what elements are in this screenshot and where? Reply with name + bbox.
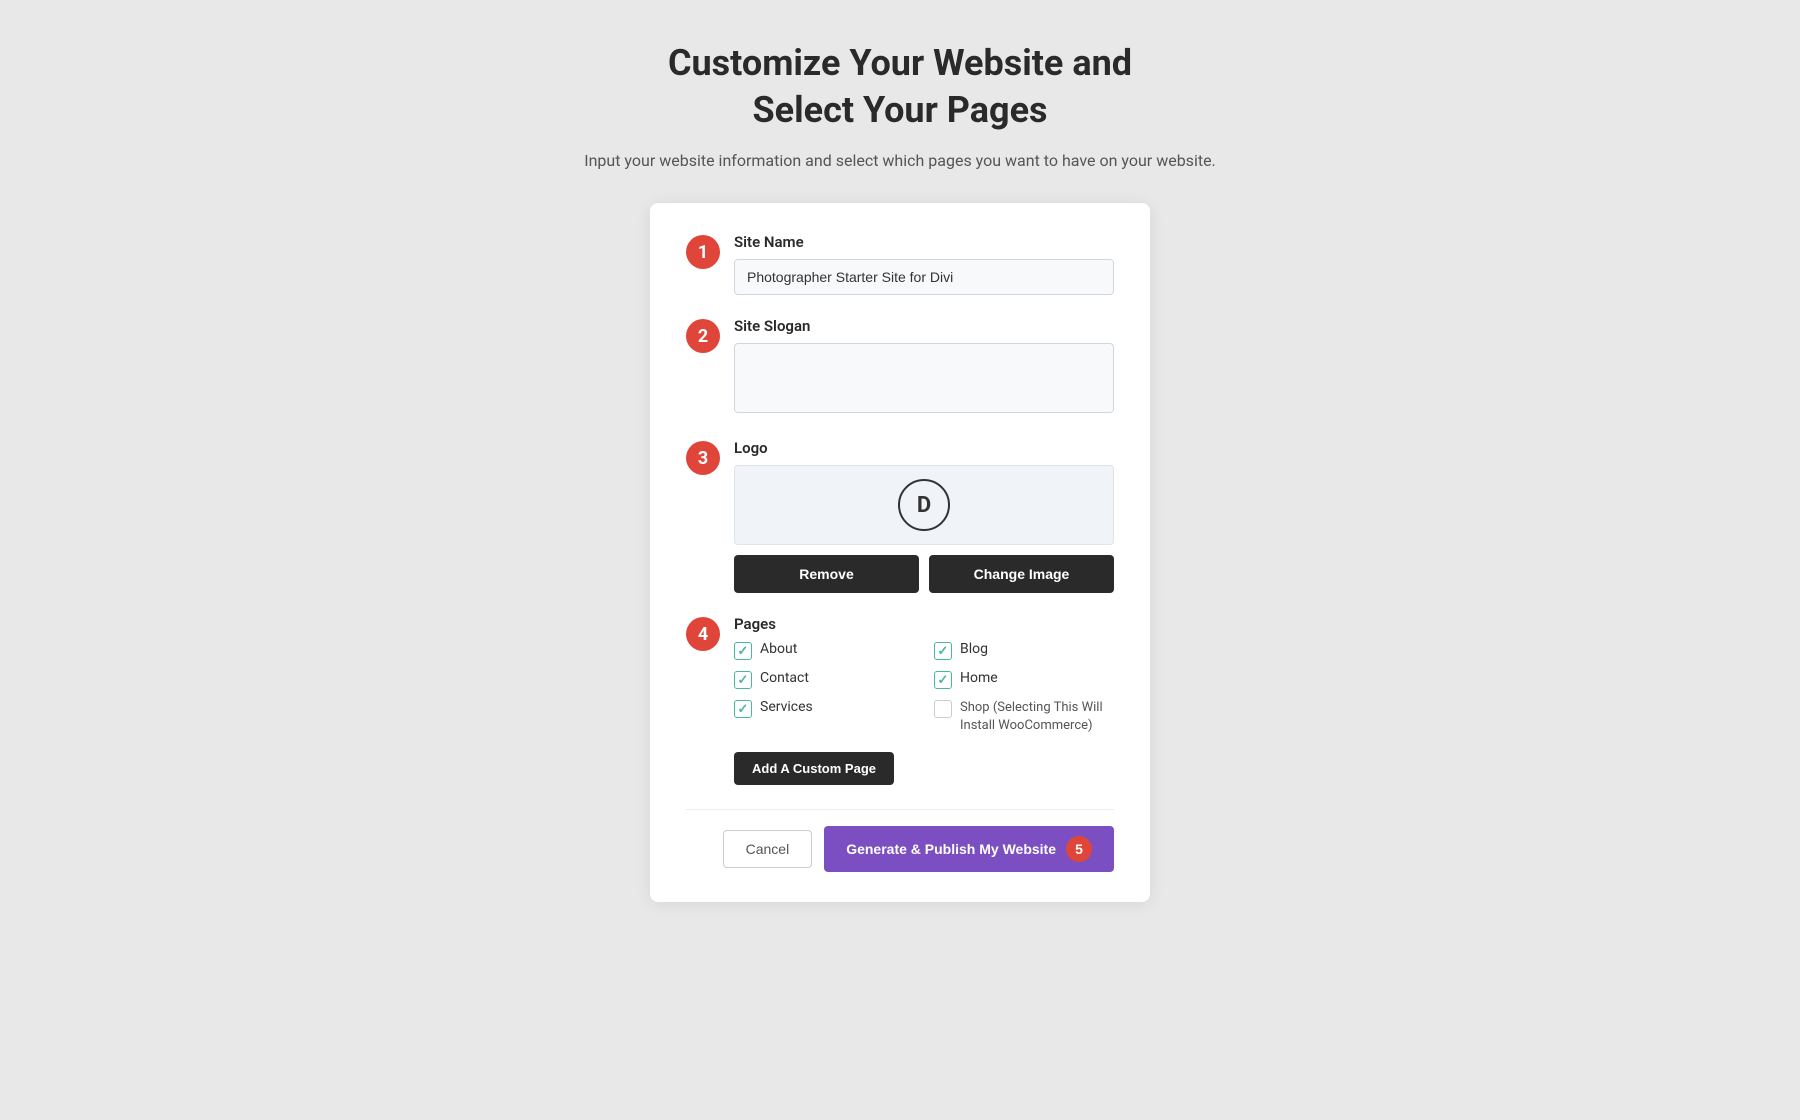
contact-checkmark: ✓ <box>738 674 749 687</box>
list-item: ✓ Blog <box>934 641 1114 660</box>
blog-checkbox[interactable]: ✓ <box>934 642 952 660</box>
logo-icon: D <box>898 479 950 531</box>
home-checkmark: ✓ <box>938 674 949 687</box>
site-slogan-label: Site Slogan <box>734 317 1114 335</box>
shop-checkbox[interactable] <box>934 700 952 718</box>
site-name-section: 1 Site Name <box>686 233 1114 295</box>
logo-button-row: Remove Change Image <box>734 555 1114 593</box>
about-checkbox[interactable]: ✓ <box>734 642 752 660</box>
cancel-button[interactable]: Cancel <box>723 830 813 868</box>
list-item: ✓ Home <box>934 670 1114 689</box>
publish-label: Generate & Publish My Website <box>846 841 1056 857</box>
action-row: Cancel Generate & Publish My Website 5 <box>686 809 1114 872</box>
list-item: ✓ Contact <box>734 670 914 689</box>
change-image-button[interactable]: Change Image <box>929 555 1114 593</box>
shop-label: Shop (Selecting This Will Install WooCom… <box>960 699 1114 735</box>
about-label: About <box>760 641 797 657</box>
home-checkbox[interactable]: ✓ <box>934 671 952 689</box>
remove-logo-button[interactable]: Remove <box>734 555 919 593</box>
services-checkmark: ✓ <box>738 703 749 716</box>
pages-label: Pages <box>734 615 1114 633</box>
list-item: ✓ Services <box>734 699 914 735</box>
site-name-content: Site Name <box>734 233 1114 295</box>
step-4-badge: 4 <box>686 617 720 651</box>
home-label: Home <box>960 670 998 686</box>
add-custom-page-button[interactable]: Add A Custom Page <box>734 752 894 785</box>
publish-button[interactable]: Generate & Publish My Website 5 <box>824 826 1114 872</box>
page-subtitle: Input your website information and selec… <box>584 148 1216 174</box>
blog-label: Blog <box>960 641 988 657</box>
step-2-badge: 2 <box>686 319 720 353</box>
pages-content: Pages ✓ About ✓ Blog <box>734 615 1114 784</box>
site-slogan-content: Site Slogan <box>734 317 1114 417</box>
contact-checkbox[interactable]: ✓ <box>734 671 752 689</box>
services-label: Services <box>760 699 813 715</box>
list-item: ✓ About <box>734 641 914 660</box>
step-1-badge: 1 <box>686 235 720 269</box>
step-5-badge: 5 <box>1066 836 1092 862</box>
site-name-input[interactable] <box>734 259 1114 295</box>
logo-section: 3 Logo D Remove Change Image <box>686 439 1114 593</box>
logo-content: Logo D Remove Change Image <box>734 439 1114 593</box>
about-checkmark: ✓ <box>738 645 749 658</box>
pages-section: 4 Pages ✓ About ✓ Blog <box>686 615 1114 784</box>
page-header: Customize Your Website and Select Your P… <box>584 40 1216 173</box>
logo-placeholder: D <box>734 465 1114 545</box>
pages-grid: ✓ About ✓ Blog ✓ Contact <box>734 641 1114 735</box>
page-title: Customize Your Website and Select Your P… <box>584 40 1216 134</box>
list-item: Shop (Selecting This Will Install WooCom… <box>934 699 1114 735</box>
site-slogan-input[interactable] <box>734 343 1114 413</box>
form-card: 1 Site Name 2 Site Slogan 3 Logo D Remov… <box>650 203 1150 901</box>
logo-label: Logo <box>734 439 1114 457</box>
site-slogan-section: 2 Site Slogan <box>686 317 1114 417</box>
site-name-label: Site Name <box>734 233 1114 251</box>
contact-label: Contact <box>760 670 809 686</box>
services-checkbox[interactable]: ✓ <box>734 700 752 718</box>
blog-checkmark: ✓ <box>938 645 949 658</box>
step-3-badge: 3 <box>686 441 720 475</box>
